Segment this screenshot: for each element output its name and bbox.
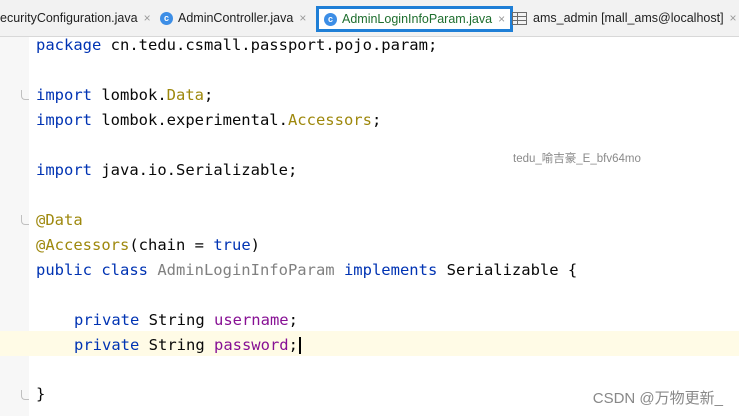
text-caret — [298, 337, 301, 354]
code-line-6[interactable]: import java.io.Serializable; — [36, 158, 297, 183]
java-class-icon: c — [160, 11, 173, 25]
code-line-1[interactable]: package cn.tedu.csmall.passport.pojo.par… — [36, 33, 437, 58]
tab-admin-login-info-param[interactable]: c AdminLoginInfoParam.java × — [316, 6, 514, 32]
tab-label: ecurityConfiguration.java — [0, 11, 138, 25]
fold-marker-icon[interactable] — [21, 215, 29, 225]
java-class-icon: c — [324, 12, 337, 26]
tab-ams-admin-table[interactable]: ams_admin [mall_ams@localhost] × — [512, 7, 737, 29]
close-icon[interactable]: × — [730, 11, 737, 25]
fold-marker-icon[interactable] — [21, 90, 29, 100]
code-line-3[interactable]: import lombok.Data; — [36, 83, 213, 108]
fold-marker-icon[interactable] — [21, 390, 29, 400]
code-line-12[interactable]: private String username; — [74, 308, 298, 333]
close-icon[interactable]: × — [144, 11, 151, 25]
code-line-15[interactable]: } — [36, 382, 45, 407]
csdn-watermark: CSDN @万物更新_ — [592, 390, 723, 407]
close-icon[interactable]: × — [299, 11, 306, 25]
close-icon[interactable]: × — [498, 12, 505, 26]
tab-security-configuration[interactable]: ecurityConfiguration.java × — [0, 7, 151, 29]
code-line-8[interactable]: @Data — [36, 208, 83, 233]
code-line-10[interactable]: public class AdminLoginInfoParam impleme… — [36, 258, 577, 283]
tab-label: AdminLoginInfoParam.java — [342, 12, 493, 26]
code-line-4[interactable]: import lombok.experimental.Accessors; — [36, 108, 381, 133]
table-icon — [512, 11, 527, 25]
code-line-13[interactable]: private String password; — [74, 333, 301, 358]
tab-label: ams_admin [mall_ams@localhost] — [533, 11, 724, 25]
tab-label: AdminController.java — [178, 11, 294, 25]
editor-tab-bar: ecurityConfiguration.java × c AdminContr… — [0, 0, 739, 37]
tab-admin-controller[interactable]: c AdminController.java × — [160, 7, 306, 29]
watermark-text: tedu_喻吉豪_E_bfv64mo — [513, 153, 641, 165]
code-line-9[interactable]: @Accessors(chain = true) — [36, 233, 260, 258]
